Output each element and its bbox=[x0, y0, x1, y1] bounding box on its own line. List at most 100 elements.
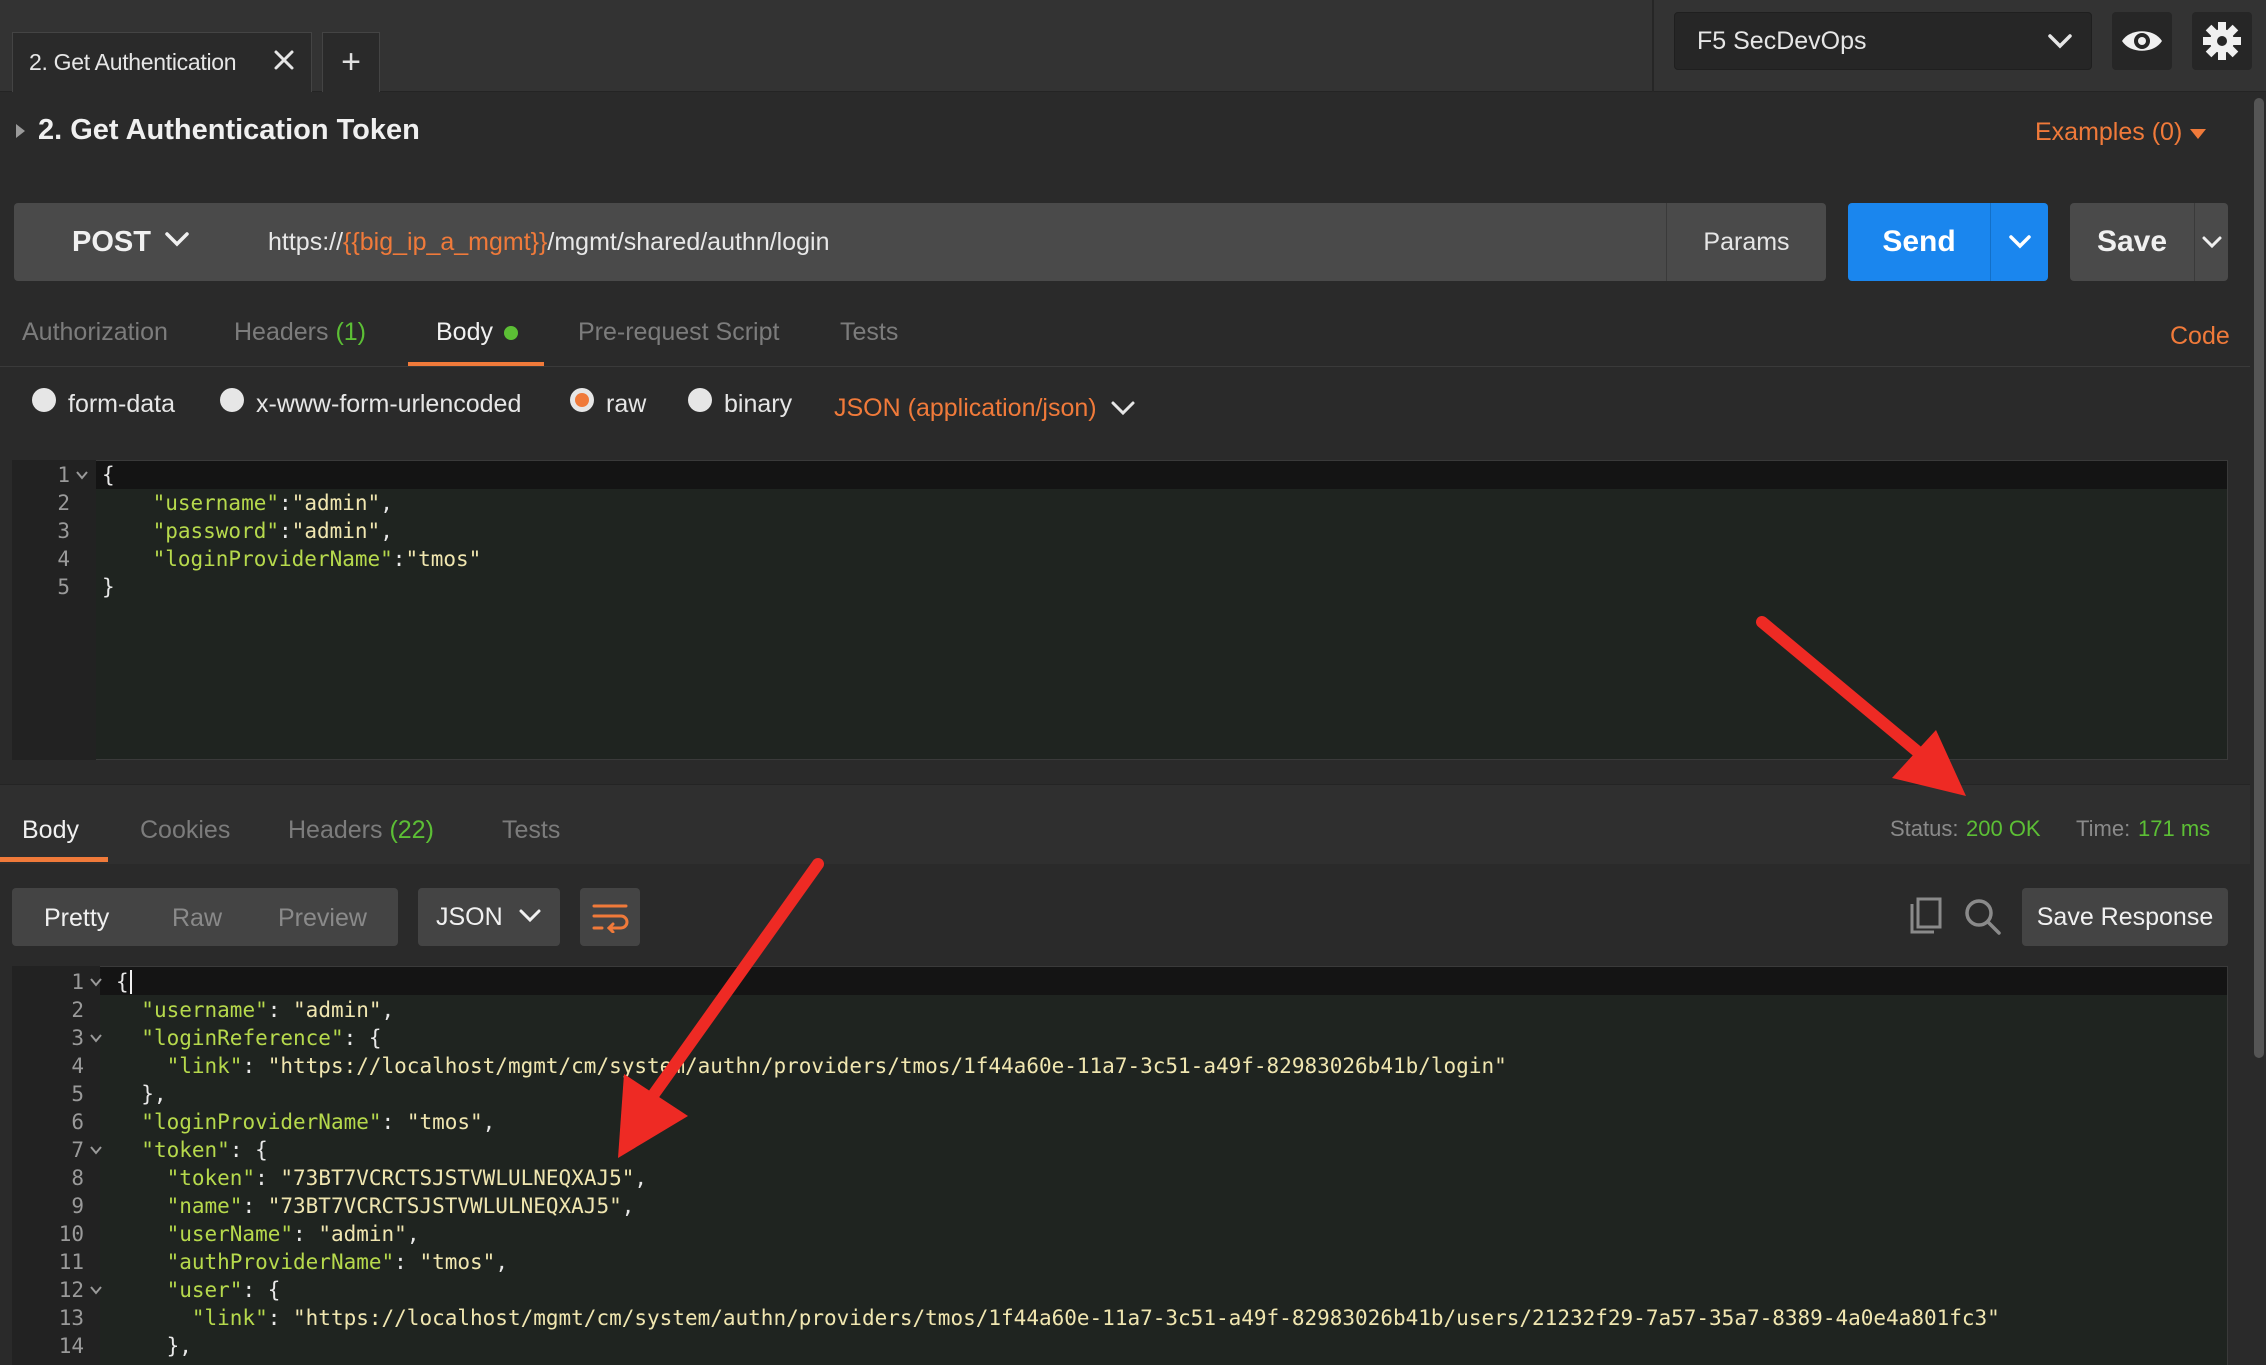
chevron-down-icon bbox=[519, 909, 541, 923]
code-line: "loginReference": { bbox=[141, 1026, 382, 1050]
url-prefix: https:// bbox=[268, 227, 344, 256]
settings-button[interactable] bbox=[2192, 12, 2252, 70]
send-button[interactable]: Send bbox=[1848, 203, 1990, 281]
preview-button[interactable]: Preview bbox=[278, 904, 367, 933]
active-line-highlight bbox=[96, 461, 2227, 489]
tab-body[interactable]: Body bbox=[436, 318, 493, 347]
code-line: "token": "73BT7VCRCTSJSTVWLULNEQXAJ5", bbox=[166, 1166, 648, 1190]
line-number: 1 bbox=[71, 970, 84, 994]
line-number: 12 bbox=[58, 1278, 84, 1302]
line-number: 3 bbox=[71, 1026, 84, 1050]
response-tab-tests[interactable]: Tests bbox=[502, 816, 560, 845]
environment-quick-look-button[interactable] bbox=[2112, 12, 2172, 70]
chevron-down-icon bbox=[2048, 34, 2072, 49]
code-link[interactable]: Code bbox=[2170, 322, 2230, 351]
tab-tests[interactable]: Tests bbox=[840, 318, 898, 347]
tab-authorization[interactable]: Authorization bbox=[22, 318, 168, 347]
status-label: Status: bbox=[1890, 816, 1959, 841]
save-response-button[interactable]: Save Response bbox=[2022, 888, 2228, 946]
time-label: Time: bbox=[2076, 816, 2131, 841]
radio-form-data[interactable] bbox=[32, 388, 56, 412]
url-variable: {{big_ip_a_mgmt}} bbox=[343, 227, 548, 256]
chevron-down-icon[interactable] bbox=[1110, 400, 1136, 418]
scrollbar-thumb[interactable] bbox=[2254, 98, 2264, 1058]
examples-dropdown[interactable]: Examples (0) bbox=[2035, 118, 2182, 147]
caret-down-icon[interactable] bbox=[2190, 129, 2206, 139]
method-value: POST bbox=[72, 225, 151, 258]
response-tab-cookies[interactable]: Cookies bbox=[140, 816, 230, 845]
response-tab-headers-count: (22) bbox=[389, 816, 434, 844]
request-tab[interactable]: 2. Get Authentication bbox=[12, 32, 312, 92]
code-line: "link": "https://localhost/mgmt/cm/syste… bbox=[191, 1306, 2000, 1330]
code-line: "loginProviderName":"tmos" bbox=[152, 547, 482, 571]
divider bbox=[1652, 0, 1654, 92]
fold-caret-icon[interactable] bbox=[90, 1033, 102, 1043]
eye-icon bbox=[2122, 31, 2162, 51]
code-line: { bbox=[102, 463, 115, 487]
line-number: 13 bbox=[58, 1306, 84, 1330]
gear-icon bbox=[2203, 22, 2241, 60]
line-number: 5 bbox=[57, 575, 70, 599]
save-dropdown-button[interactable] bbox=[2194, 203, 2228, 281]
save-button[interactable]: Save bbox=[2070, 203, 2194, 281]
radio-binary[interactable] bbox=[688, 388, 712, 412]
tab-pre-request-script[interactable]: Pre-request Script bbox=[578, 318, 779, 347]
line-number: 6 bbox=[71, 1110, 84, 1134]
line-number: 1 bbox=[57, 463, 70, 487]
wrap-lines-icon bbox=[592, 904, 629, 933]
status-value[interactable]: 200 OK bbox=[1966, 816, 2041, 842]
url-input[interactable]: https://{{big_ip_a_mgmt}}/mgmt/shared/au… bbox=[246, 203, 1666, 281]
format-select-value: JSON bbox=[436, 902, 503, 931]
line-number: 4 bbox=[57, 547, 70, 571]
environment-select[interactable]: F5 SecDevOps bbox=[1674, 12, 2092, 70]
radio-x-www-form-urlencoded-label[interactable]: x-www-form-urlencoded bbox=[256, 390, 521, 419]
active-line-highlight bbox=[100, 967, 2227, 995]
line-number: 2 bbox=[71, 998, 84, 1022]
wrap-lines-button[interactable] bbox=[580, 888, 640, 946]
new-tab-button[interactable]: + bbox=[322, 32, 380, 92]
response-tab-headers-label: Headers bbox=[288, 816, 383, 844]
radio-binary-label[interactable]: binary bbox=[724, 390, 792, 419]
code-line: "username": "admin", bbox=[141, 998, 395, 1022]
chevron-down-icon bbox=[165, 232, 189, 247]
code-line: "username":"admin", bbox=[152, 491, 393, 515]
pretty-button[interactable]: Pretty bbox=[44, 904, 109, 933]
fold-caret-icon[interactable] bbox=[90, 1145, 102, 1155]
radio-raw[interactable] bbox=[570, 388, 594, 412]
radio-raw-label[interactable]: raw bbox=[606, 390, 646, 419]
format-select[interactable]: JSON bbox=[418, 888, 560, 946]
line-number: 10 bbox=[58, 1222, 84, 1246]
fold-caret-icon[interactable] bbox=[90, 1285, 102, 1295]
radio-form-data-label[interactable]: form-data bbox=[68, 390, 175, 419]
line-number: 11 bbox=[58, 1250, 84, 1274]
method-select[interactable]: POST bbox=[14, 203, 246, 281]
request-title[interactable]: 2. Get Authentication Token bbox=[38, 114, 420, 147]
tab-headers[interactable]: Headers (1) bbox=[234, 318, 366, 347]
tab-headers-count: (1) bbox=[335, 318, 367, 346]
code-line: }, bbox=[116, 1082, 167, 1106]
content-type-select[interactable]: JSON (application/json) bbox=[834, 394, 1097, 423]
line-number: 7 bbox=[71, 1138, 84, 1162]
copy-icon[interactable] bbox=[1906, 896, 1946, 938]
response-tab-headers[interactable]: Headers (22) bbox=[288, 816, 434, 845]
fold-caret-icon[interactable] bbox=[76, 470, 88, 480]
line-number: 3 bbox=[57, 519, 70, 543]
line-number: 5 bbox=[71, 1082, 84, 1106]
code-line: } bbox=[102, 575, 115, 599]
line-number: 9 bbox=[71, 1194, 84, 1218]
line-number: 14 bbox=[58, 1334, 84, 1358]
caret-right-icon[interactable] bbox=[16, 124, 25, 138]
code-line: "link": "https://localhost/mgmt/cm/syste… bbox=[166, 1054, 1507, 1078]
code-line: "user": { bbox=[166, 1278, 281, 1302]
line-number: 2 bbox=[57, 491, 70, 515]
search-icon[interactable] bbox=[1962, 896, 2004, 938]
radio-x-www-form-urlencoded[interactable] bbox=[220, 388, 244, 412]
code-line: "authProviderName": "tmos", bbox=[166, 1250, 508, 1274]
send-dropdown-button[interactable] bbox=[1990, 203, 2048, 281]
fold-caret-icon[interactable] bbox=[90, 977, 102, 987]
raw-button[interactable]: Raw bbox=[172, 904, 222, 933]
params-button[interactable]: Params bbox=[1666, 203, 1826, 281]
time-value[interactable]: 171 ms bbox=[2138, 816, 2210, 842]
close-icon[interactable] bbox=[271, 47, 297, 73]
response-tab-body[interactable]: Body bbox=[22, 816, 79, 845]
